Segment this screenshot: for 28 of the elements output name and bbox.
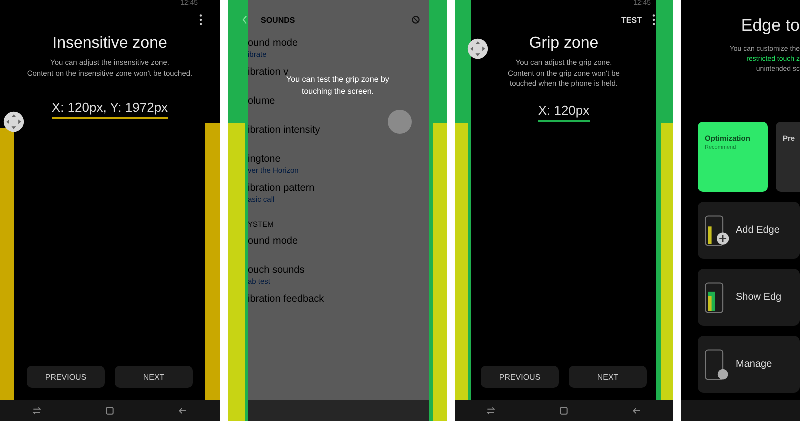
test-button[interactable]: TEST	[622, 16, 642, 24]
phone-icon	[704, 214, 730, 248]
previous-button[interactable]: PREVIOUS	[27, 366, 105, 388]
grip-test-hint: You can test the grip zone by touching the screen.	[286, 75, 390, 98]
move-handle-icon[interactable]	[3, 111, 25, 133]
next-button[interactable]: NEXT	[115, 366, 193, 388]
previous-button[interactable]: PREVIOUS	[481, 366, 559, 388]
screen-title: Edge to	[740, 16, 800, 36]
screen-title: Insensitive zone	[52, 35, 168, 53]
back-icon[interactable]	[632, 406, 642, 416]
recents-icon[interactable]	[486, 406, 496, 416]
more-options-icon[interactable]	[652, 14, 656, 26]
more-options-icon[interactable]	[199, 14, 203, 26]
move-handle-icon[interactable]	[467, 38, 489, 60]
option-row[interactable]: Show Edg	[698, 269, 800, 326]
next-button[interactable]: NEXT	[569, 366, 647, 388]
coordinate-value: X: 120px, Y: 1972px	[52, 100, 168, 119]
back-icon[interactable]	[178, 406, 188, 416]
option-row[interactable]: Manage	[698, 336, 800, 393]
option-row[interactable]: Add Edge	[698, 202, 800, 259]
home-icon[interactable]	[558, 406, 569, 416]
home-icon[interactable]	[104, 406, 115, 416]
header-title: SOUNDS	[261, 16, 296, 24]
screen-title: Grip zone	[529, 35, 599, 53]
coordinate-value: X: 120px	[538, 102, 590, 122]
touch-point	[388, 110, 412, 134]
recents-icon[interactable]	[32, 406, 42, 416]
phone-icon	[704, 348, 730, 382]
